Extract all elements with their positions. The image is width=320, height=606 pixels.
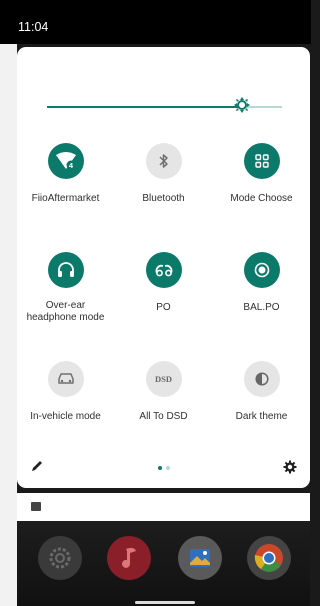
gear-icon — [49, 547, 71, 569]
music-app-icon[interactable] — [107, 536, 151, 580]
app-dock — [17, 521, 310, 606]
tile-label: BAL.PO — [243, 302, 280, 313]
tile-label: All To DSD — [139, 411, 188, 422]
tile-label: PO — [156, 302, 171, 313]
tile-po[interactable]: PO — [115, 252, 212, 314]
music-note-icon — [122, 547, 136, 568]
wifi-icon: 4 — [55, 152, 76, 170]
tile-icon-circle — [243, 252, 280, 288]
tile-icon-circle — [243, 361, 280, 397]
tile-over-ear-headphone-mode[interactable]: Over-ear headphone mode — [17, 252, 114, 324]
pencil-icon — [32, 461, 42, 471]
tile-icon-circle — [145, 252, 182, 288]
navigation-handle[interactable] — [135, 601, 195, 604]
tile-label: In-vehicle mode — [30, 411, 101, 422]
tile-label: Over-ear headphone mode — [26, 300, 105, 323]
tile-icon-circle — [243, 143, 280, 179]
tile-dark-theme[interactable]: Dark theme — [213, 361, 310, 423]
brightness-slider[interactable] — [47, 97, 282, 113]
tile-label: Bluetooth — [142, 193, 185, 204]
gallery-app-icon[interactable] — [178, 536, 222, 580]
dsd-icon: DSD — [154, 374, 172, 384]
grid-icon — [254, 154, 269, 168]
chrome-app-icon[interactable] — [247, 536, 291, 580]
tile-all-to-dsd[interactable]: DSD All To DSD — [115, 361, 212, 423]
image-icon — [31, 502, 41, 511]
tile-label: FiioAftermarket — [31, 193, 100, 204]
tile-in-vehicle-mode[interactable]: In-vehicle mode — [17, 361, 114, 423]
quick-settings-panel: 4 FiioAftermarket Bluetooth Mode Choose — [17, 47, 310, 488]
headphones-icon — [57, 262, 74, 277]
tile-icon-circle: 4 — [47, 143, 84, 179]
tile-fiioaftermarket[interactable]: 4 FiioAftermarket — [17, 143, 114, 205]
tile-mode-choose[interactable]: Mode Choose — [213, 143, 310, 205]
brightness-fill — [47, 106, 243, 108]
status-time: 11:04 — [18, 20, 49, 34]
tile-bluetooth[interactable]: Bluetooth — [115, 143, 212, 205]
notification-card[interactable] — [17, 493, 310, 521]
page-dot — [166, 466, 170, 470]
tile-icon-circle: DSD — [145, 361, 182, 397]
brightness-icon — [234, 97, 251, 113]
settings-button[interactable] — [283, 460, 297, 474]
tile-label: Dark theme — [235, 411, 288, 422]
car-icon — [57, 373, 74, 384]
page-dot-active — [158, 466, 162, 470]
edit-button[interactable] — [30, 459, 44, 473]
record-icon — [254, 262, 269, 278]
tile-icon-circle — [47, 361, 84, 397]
settings-app-icon[interactable] — [38, 536, 82, 580]
contrast-icon — [254, 372, 269, 386]
tile-bal-po[interactable]: BAL.PO — [213, 252, 310, 314]
background-strip — [0, 44, 17, 606]
tile-label: Mode Choose — [230, 193, 293, 204]
gear-icon — [283, 460, 297, 474]
tile-icon-circle — [145, 143, 182, 179]
chrome-icon — [254, 544, 283, 572]
page-indicator — [158, 466, 170, 470]
photos-icon — [190, 549, 210, 567]
status-bar: 11:04 — [0, 0, 311, 44]
earbuds-icon — [155, 264, 172, 277]
brightness-thumb[interactable] — [234, 97, 251, 113]
tile-icon-circle — [47, 252, 84, 288]
bluetooth-icon — [158, 154, 168, 168]
